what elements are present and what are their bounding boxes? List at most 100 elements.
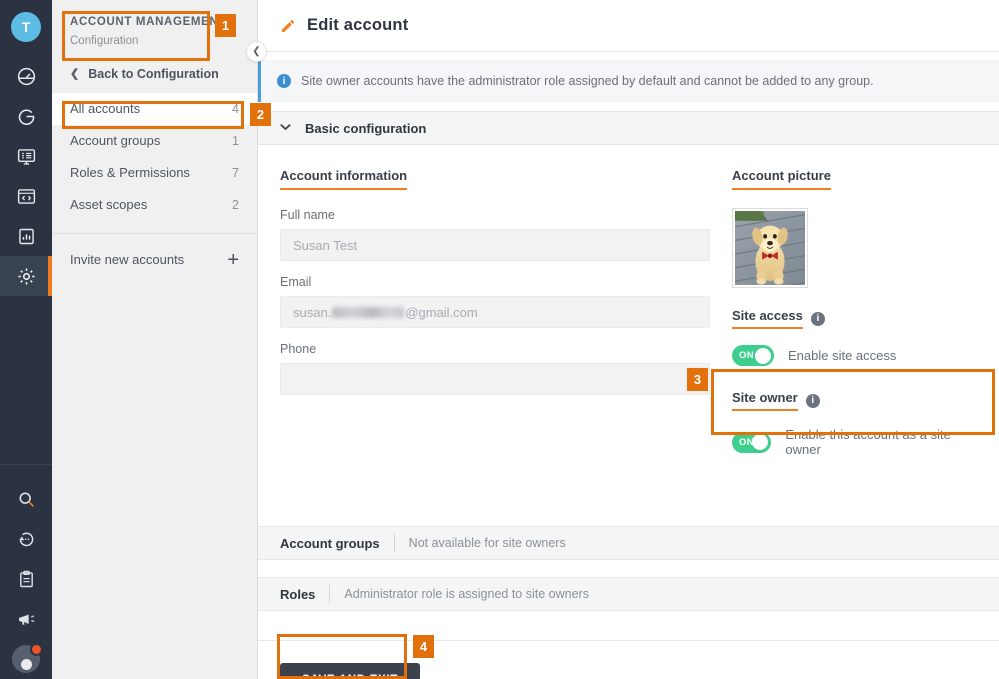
annotation-number-2: 2 (250, 103, 271, 126)
sidebar-item-count: 1 (232, 134, 239, 148)
annotation-number-1: 1 (215, 14, 236, 37)
notification-badge-dot (30, 643, 43, 656)
toggle-state-label: ON (739, 350, 754, 361)
annotation-number-3: 3 (687, 368, 708, 391)
primary-icon-rail: T (0, 0, 52, 679)
sidebar-item-count: 7 (232, 166, 239, 180)
chevron-down-icon (280, 122, 291, 134)
sidebar-item-label: Asset scopes (70, 197, 147, 212)
chevron-left-icon: ❮ (70, 67, 79, 80)
main-content: Edit account i Site owner accounts have … (258, 0, 999, 679)
sidebar-item-roles-permissions[interactable]: Roles & Permissions 7 (52, 157, 257, 189)
email-input[interactable]: susan. @gmail.com (280, 296, 710, 328)
sidebar-item-count: 2 (232, 198, 239, 212)
account-groups-value: Not available for site owners (409, 536, 566, 550)
phone-label: Phone (280, 342, 710, 356)
sidebar-item-label: Roles & Permissions (70, 165, 190, 180)
page-header: Edit account (258, 0, 999, 52)
info-icon[interactable]: i (811, 312, 825, 326)
rail-divider (0, 464, 52, 465)
back-to-configuration-link[interactable]: ❮ Back to Configuration (52, 59, 257, 91)
secondary-sidebar: ACCOUNT MANAGEMENT Configuration ❮ Back … (52, 0, 258, 679)
phone-input[interactable] (280, 363, 710, 395)
full-name-field-group: Full name Susan Test (280, 208, 710, 261)
monitor-icon[interactable] (0, 136, 52, 176)
save-and-exit-button[interactable]: SAVE AND EXIT (280, 663, 420, 679)
roles-section: Roles Administrator role is assigned to … (258, 577, 999, 611)
sidebar-item-asset-scopes[interactable]: Asset scopes 2 (52, 189, 257, 221)
account-information-column: Account information Full name Susan Test… (280, 167, 710, 457)
page-title: Edit account (307, 16, 408, 35)
account-groups-row[interactable]: Account groups Not available for site ow… (258, 526, 999, 560)
pencil-icon (280, 18, 296, 34)
invite-new-accounts-button[interactable]: Invite new accounts + (52, 240, 257, 280)
row-divider (394, 534, 395, 552)
info-icon: i (277, 74, 291, 88)
sidebar-subtitle: Configuration (70, 35, 239, 47)
phone-field-group: Phone (280, 342, 710, 395)
sidebar-divider (52, 233, 257, 234)
puppy-photo (735, 211, 805, 285)
info-banner-text: Site owner accounts have the administrat… (301, 74, 874, 88)
user-avatar[interactable] (12, 645, 40, 673)
code-window-icon[interactable] (0, 176, 52, 216)
annotation-number-4: 4 (413, 635, 434, 658)
sidebar-kicker: ACCOUNT MANAGEMENT (70, 16, 239, 30)
sidebar-item-label: Account groups (70, 133, 160, 148)
email-label: Email (280, 275, 710, 289)
basic-configuration-body: Account information Full name Susan Test… (258, 145, 999, 457)
email-field-group: Email susan. @gmail.com (280, 275, 710, 328)
invite-label: Invite new accounts (70, 252, 184, 267)
email-suffix: @gmail.com (405, 305, 477, 320)
workspace-logo[interactable]: T (11, 12, 41, 42)
roles-value: Administrator role is assigned to site o… (344, 587, 589, 601)
site-owner-title: Site owner (732, 390, 798, 411)
account-picture-thumbnail[interactable] (732, 208, 808, 288)
sidebar-item-account-groups[interactable]: Account groups 1 (52, 125, 257, 157)
row-divider (329, 585, 330, 603)
sidebar-item-all-accounts[interactable]: All accounts 4 (52, 93, 257, 125)
rail-bottom-group (0, 454, 52, 679)
reports-icon[interactable] (0, 216, 52, 256)
sidebar-item-count: 4 (232, 102, 239, 116)
app-root: T (0, 0, 999, 679)
sidebar-nav-list: All accounts 4 Account groups 1 Roles & … (52, 93, 257, 221)
site-owner-title-group: Site owner i (732, 390, 977, 411)
account-groups-section: Account groups Not available for site ow… (258, 526, 999, 560)
toggle-knob (752, 434, 768, 450)
megaphone-icon[interactable] (0, 599, 52, 639)
history-icon[interactable] (0, 519, 52, 559)
account-picture-title: Account picture (732, 168, 831, 190)
info-banner: i Site owner accounts have the administr… (258, 60, 999, 102)
collapse-sidebar-button[interactable]: ❮ (246, 41, 267, 62)
clipboard-icon[interactable] (0, 559, 52, 599)
site-access-toggle-label: Enable site access (788, 348, 896, 363)
plus-icon: + (227, 250, 239, 270)
search-icon[interactable] (0, 479, 52, 519)
full-name-label: Full name (280, 208, 710, 222)
dashboard-icon[interactable] (0, 56, 52, 96)
site-access-toggle-row: ON Enable site access (732, 345, 977, 366)
site-owner-toggle-row: ON Enable this account as a site owner (732, 427, 977, 457)
account-information-title: Account information (280, 168, 407, 190)
gear-icon[interactable] (0, 256, 52, 296)
footer-actions: SAVE AND EXIT (258, 640, 999, 679)
site-access-title: Site access (732, 308, 803, 329)
toggle-knob (755, 348, 771, 364)
roles-key: Roles (280, 587, 315, 602)
account-groups-key: Account groups (280, 536, 380, 551)
back-link-label: Back to Configuration (88, 67, 219, 81)
basic-configuration-section-toggle[interactable]: Basic configuration (258, 111, 999, 145)
email-prefix: susan. (293, 305, 331, 320)
rail-top-group: T (0, 0, 52, 296)
info-icon[interactable]: i (806, 394, 820, 408)
site-owner-toggle[interactable]: ON (732, 432, 771, 453)
site-owner-toggle-label: Enable this account as a site owner (785, 427, 977, 457)
goals-icon[interactable] (0, 96, 52, 136)
roles-row[interactable]: Roles Administrator role is assigned to … (258, 577, 999, 611)
site-access-title-group: Site access i (732, 308, 977, 329)
site-access-toggle[interactable]: ON (732, 345, 774, 366)
email-redaction-mask (332, 307, 404, 318)
full-name-input[interactable]: Susan Test (280, 229, 710, 261)
account-picture-column: Account picture (724, 167, 977, 457)
